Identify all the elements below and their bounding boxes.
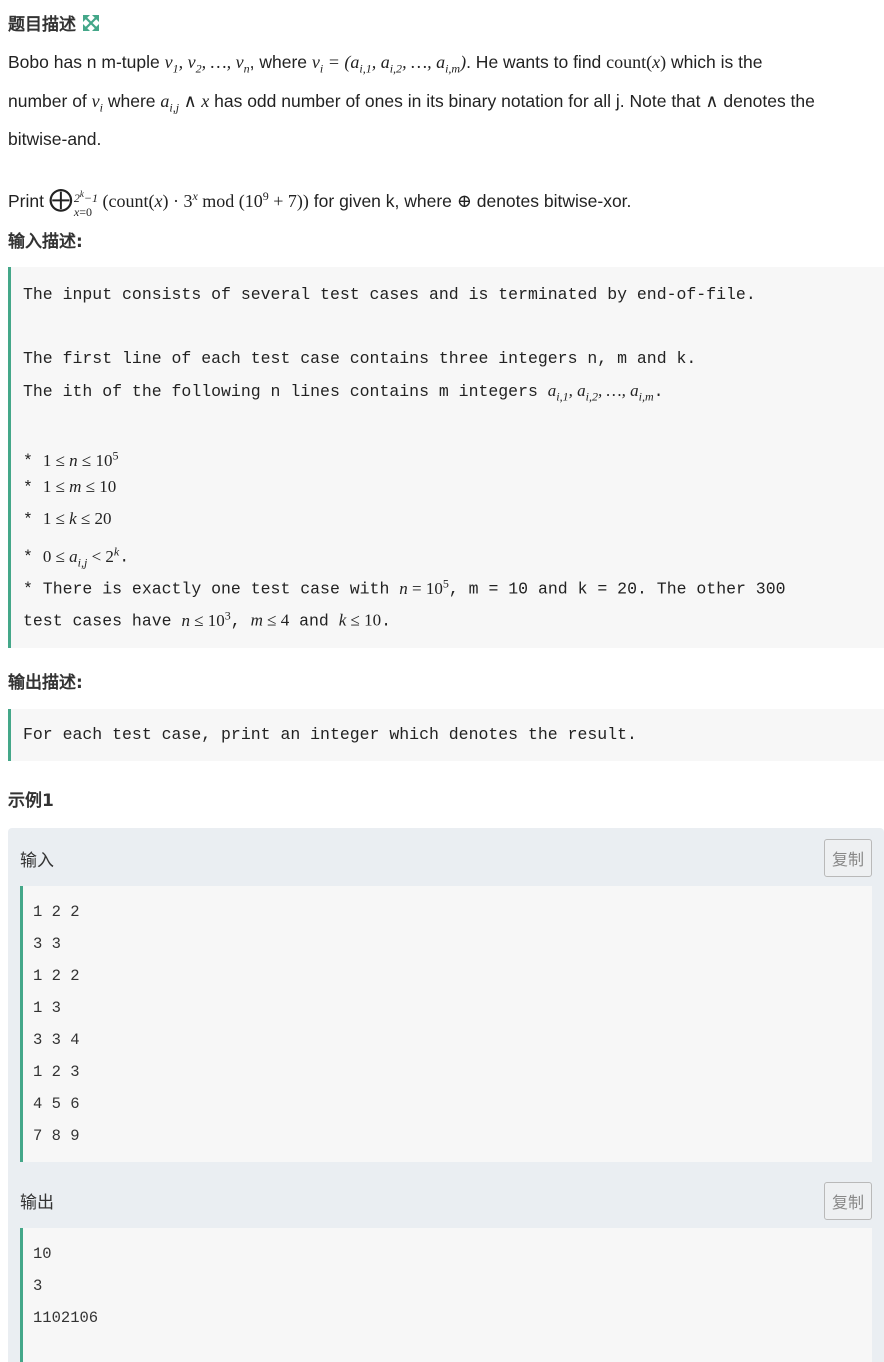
code-line: 3 3 (33, 935, 61, 953)
constraint-other: test cases have n ≤ 103, m ≤ 4 and k ≤ 1… (23, 608, 392, 631)
math-vi: vi (91, 90, 103, 115)
copy-input-button[interactable]: 复制 (824, 839, 872, 877)
output-description-box: For each test case, print an integer whi… (8, 709, 884, 761)
input-description-box: The input consists of several test cases… (8, 267, 884, 648)
input-desc-line: The first line of each test case contain… (23, 349, 697, 368)
math-count-x: count(x) (606, 52, 667, 72)
sample-input-label: 输入 (20, 851, 54, 871)
code-line: 3 (33, 1277, 43, 1295)
constraint-m: * 1 ≤ m ≤ 10 (23, 477, 117, 497)
code-line: 3 3 4 (33, 1031, 80, 1049)
code-line: 1 2 2 (33, 903, 80, 921)
sample-output-code[interactable]: 10 3 1102106 (20, 1228, 872, 1362)
sample-input-code[interactable]: 1 2 2 3 3 1 2 2 1 3 3 3 4 1 2 3 4 5 6 7 … (20, 886, 872, 1162)
math-and-expr: ai,j ∧ x (160, 90, 210, 115)
code-line: 1 2 2 (33, 967, 80, 985)
code-line: 7 8 9 (33, 1127, 80, 1145)
input-desc-line: The input consists of several test cases… (23, 285, 756, 304)
constraint-a: * 0 ≤ ai,j < 2k. (23, 544, 130, 570)
description-paragraph: Bobo has n m-tuple v1, v2, …, vn, where … (8, 52, 815, 150)
print-paragraph: Print ⨁2k−1 x=0 (count(x) · 3x mod (109 +… (8, 187, 632, 219)
input-desc-line: The ith of the following n lines contain… (23, 381, 664, 404)
constraint-n: * 1 ≤ n ≤ 105 (23, 448, 119, 471)
math-tuple-def: vi = (ai,1, ai,2, …, ai,m) (311, 52, 467, 76)
code-line: 10 (33, 1245, 52, 1263)
input-heading: 输入描述: (8, 232, 83, 252)
math-xor-sum: ⨁2k−1 x=0 (count(x) · 3x mod (109 + 7)) (48, 187, 309, 219)
code-line: 4 5 6 (33, 1095, 80, 1113)
expand-arrows-icon[interactable] (82, 14, 100, 32)
output-heading: 输出描述: (8, 673, 83, 693)
sample-panel: 输入 复制 1 2 2 3 3 1 2 2 1 3 3 3 4 1 2 3 4 … (8, 828, 884, 1362)
problem-page: 题目描述 Bobo has n m-tuple v1, v2, …, vn, w… (0, 0, 884, 1362)
math-xor-symbol: ⊕ (456, 191, 472, 211)
code-line: 1 3 (33, 999, 61, 1017)
description-heading: 题目描述 (8, 10, 100, 35)
example-heading: 示例1 (8, 791, 54, 811)
constraint-special: * There is exactly one test case with n … (23, 576, 786, 599)
copy-output-button[interactable]: 复制 (824, 1182, 872, 1220)
code-line: 1102106 (33, 1309, 99, 1327)
code-line: 1 2 3 (33, 1063, 80, 1081)
output-desc-line: For each test case, print an integer whi… (23, 725, 637, 744)
constraint-k: * 1 ≤ k ≤ 20 (23, 509, 112, 529)
sample-output-label: 输出 (20, 1193, 54, 1213)
math-and-symbol: ∧ (705, 90, 719, 111)
math-tuple-list: v1, v2, …, vn (164, 52, 250, 76)
